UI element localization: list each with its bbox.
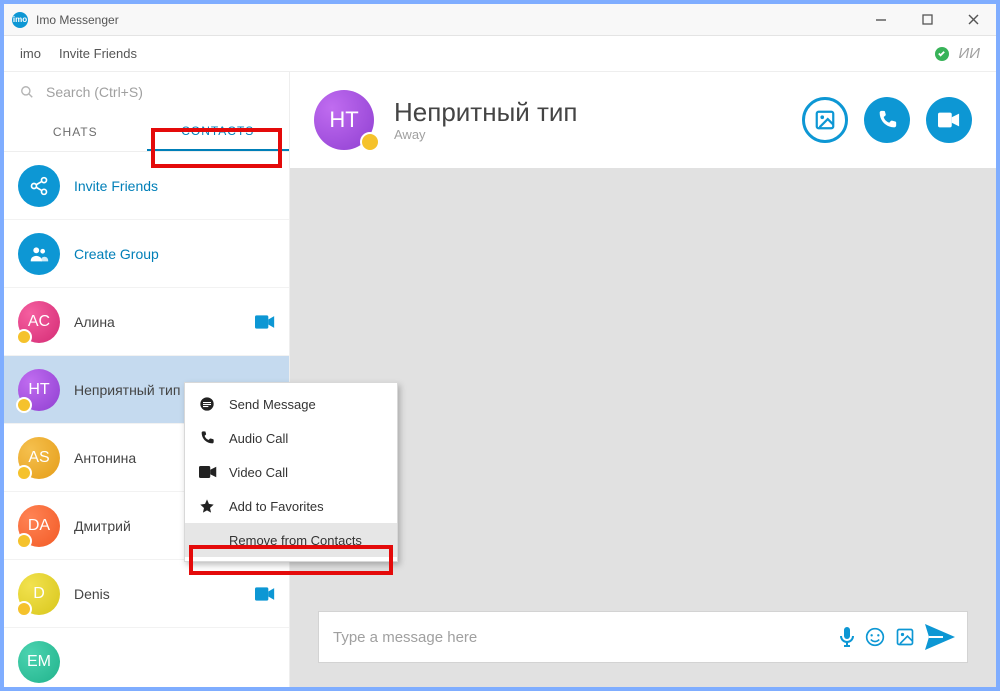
contact-row[interactable]: EM (4, 628, 289, 687)
avatar: AC (18, 301, 60, 343)
audio-call-button[interactable] (864, 97, 910, 143)
ctx-item-label: Video Call (229, 465, 288, 480)
window-title: Imo Messenger (36, 13, 119, 27)
maximize-button[interactable] (904, 4, 950, 36)
search-bar[interactable] (4, 72, 289, 112)
video-call-button[interactable] (926, 97, 972, 143)
image-icon[interactable] (895, 627, 915, 647)
presence-away-icon (16, 533, 32, 549)
main-pane: HT Непритный тип Away (290, 72, 996, 687)
video-call-icon[interactable] (255, 315, 275, 329)
presence-away-icon (16, 397, 32, 413)
ctx-remove-contact[interactable]: Remove from Contacts (185, 523, 397, 557)
gallery-button[interactable] (802, 97, 848, 143)
sidebar-tabs: CHATS CONTACTS (4, 112, 289, 152)
avatar[interactable]: HT (314, 90, 374, 150)
ctx-add-favorites[interactable]: Add to Favorites (185, 489, 397, 523)
app-window: imo Imo Messenger imo Invite Friends ИИ (0, 0, 1000, 691)
tab-chats[interactable]: CHATS (4, 112, 147, 151)
tab-contacts[interactable]: CONTACTS (147, 112, 290, 151)
sidebar-item-label: Create Group (74, 246, 275, 262)
app-icon: imo (12, 12, 28, 28)
ctx-item-label: Remove from Contacts (229, 533, 362, 548)
ctx-item-label: Send Message (229, 397, 316, 412)
avatar: EM (18, 641, 60, 683)
close-button[interactable] (950, 4, 996, 36)
phone-icon (199, 430, 217, 446)
send-button[interactable] (925, 624, 955, 650)
avatar: D (18, 573, 60, 615)
emoji-icon[interactable] (865, 627, 885, 647)
message-input[interactable] (331, 628, 829, 647)
contact-row[interactable]: AC Алина (4, 288, 289, 356)
contact-name: Denis (74, 586, 241, 602)
search-input[interactable] (44, 83, 273, 101)
ctx-send-message[interactable]: Send Message (185, 387, 397, 421)
avatar: HT (18, 369, 60, 411)
message-composer (318, 611, 968, 663)
chat-header: HT Непритный тип Away (290, 72, 996, 168)
chat-title: Непритный тип (394, 98, 578, 127)
top-menu: imo Invite Friends ИИ (4, 36, 996, 72)
presence-away-icon (360, 132, 380, 152)
current-user-initials[interactable]: ИИ (959, 45, 980, 62)
video-icon (199, 466, 217, 478)
sidebar: CHATS CONTACTS Invite Friends Create Gro… (4, 72, 290, 687)
video-call-icon[interactable] (255, 587, 275, 601)
sidebar-item-create-group[interactable]: Create Group (4, 220, 289, 288)
contact-row[interactable]: D Denis (4, 560, 289, 628)
avatar: AS (18, 437, 60, 479)
ctx-item-label: Audio Call (229, 431, 288, 446)
sidebar-item-invite-friends[interactable]: Invite Friends (4, 152, 289, 220)
ctx-audio-call[interactable]: Audio Call (185, 421, 397, 455)
menu-invite-friends[interactable]: Invite Friends (59, 46, 137, 61)
ctx-video-call[interactable]: Video Call (185, 455, 397, 489)
context-menu: Send Message Audio Call Video Call Add t… (184, 382, 398, 562)
presence-away-icon (16, 601, 32, 617)
presence-away-icon (16, 329, 32, 345)
sidebar-item-label: Invite Friends (74, 178, 275, 194)
presence-away-icon (16, 465, 32, 481)
avatar: DA (18, 505, 60, 547)
message-icon (199, 396, 217, 412)
mic-icon[interactable] (839, 626, 855, 648)
minimize-button[interactable] (858, 4, 904, 36)
share-icon (18, 165, 60, 207)
status-online-icon (935, 47, 949, 61)
group-icon (18, 233, 60, 275)
ctx-item-label: Add to Favorites (229, 499, 324, 514)
titlebar: imo Imo Messenger (4, 4, 996, 36)
window-controls (858, 4, 996, 36)
star-icon (199, 498, 217, 514)
menu-imo[interactable]: imo (20, 46, 41, 61)
contact-name: Алина (74, 314, 241, 330)
search-icon (20, 85, 34, 99)
chat-status: Away (394, 127, 578, 142)
